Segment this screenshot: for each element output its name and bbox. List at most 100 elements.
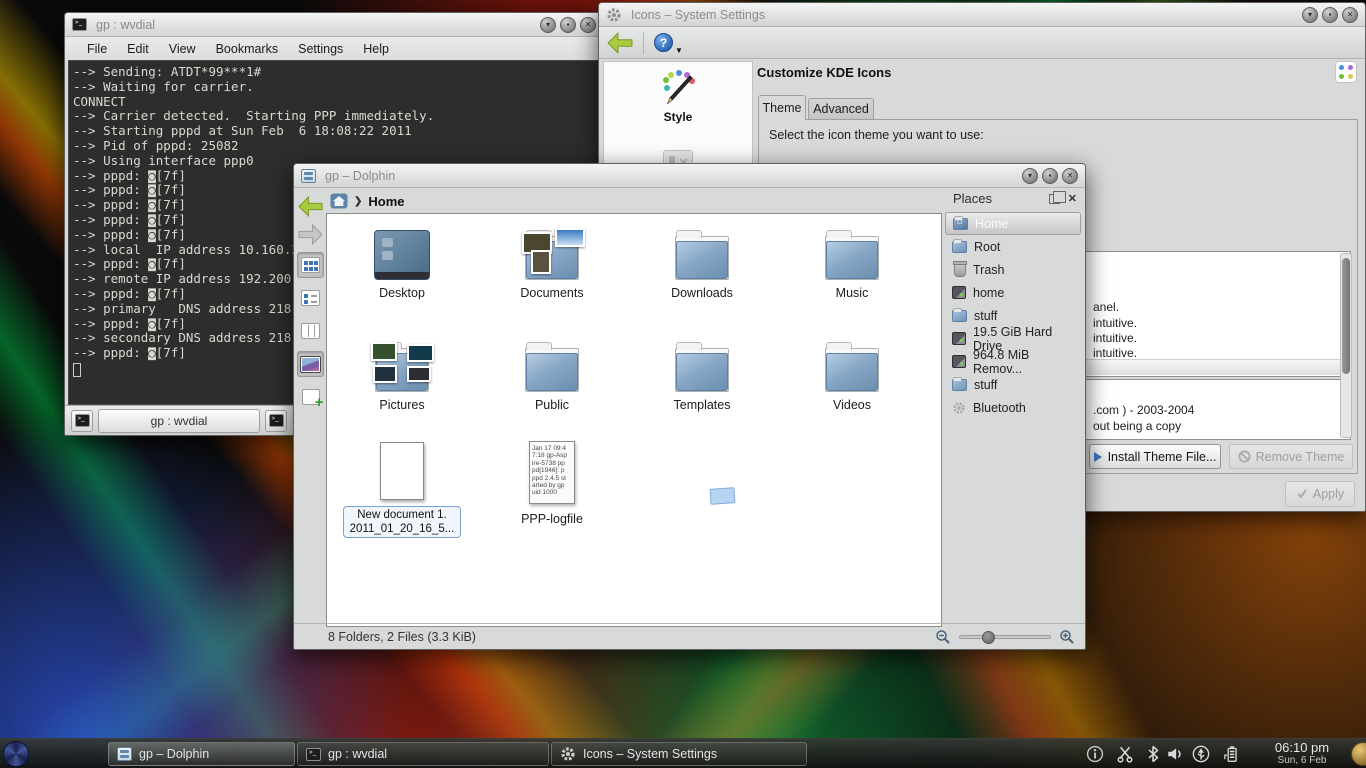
scrollbar-thumb[interactable] bbox=[1342, 258, 1350, 374]
task-dolphin[interactable]: gp – Dolphin bbox=[108, 742, 295, 766]
device-notifier-icon[interactable] bbox=[1192, 745, 1210, 763]
panel-toolbox-icon[interactable] bbox=[1351, 742, 1366, 766]
tab-advanced[interactable]: Advanced bbox=[808, 98, 874, 120]
details-view-button[interactable] bbox=[297, 285, 324, 311]
remove-theme-button[interactable]: Remove Theme bbox=[1229, 444, 1353, 469]
place-item-stuff-2[interactable]: stuff bbox=[945, 373, 1081, 396]
menu-bookmarks[interactable]: Bookmarks bbox=[206, 40, 289, 58]
place-item-trash[interactable]: Trash bbox=[945, 258, 1081, 281]
terminal-line: --> Waiting for carrier. bbox=[73, 80, 595, 95]
help-icon[interactable] bbox=[654, 33, 673, 52]
maximize-button[interactable] bbox=[560, 17, 576, 33]
split-view-button[interactable] bbox=[297, 384, 324, 410]
folder-label: Desktop bbox=[332, 286, 472, 300]
apply-button[interactable]: Apply bbox=[1285, 481, 1355, 507]
task-system-settings[interactable]: Icons – System Settings bbox=[551, 742, 807, 766]
folder-item-music[interactable]: Music bbox=[782, 220, 922, 300]
logfile-preview-line: ire-5738 pp bbox=[532, 460, 572, 467]
sidebar-item-style[interactable]: Style bbox=[604, 70, 752, 124]
zoom-slider-handle[interactable] bbox=[982, 631, 995, 644]
columns-view-button[interactable] bbox=[297, 318, 324, 344]
logfile-preview-line: Jan 17 09:4 bbox=[532, 445, 572, 452]
place-item-home-partition[interactable]: home bbox=[945, 281, 1081, 304]
settings-window-title: Icons – System Settings bbox=[631, 8, 765, 22]
close-button[interactable] bbox=[1062, 168, 1078, 184]
places-title: Places bbox=[953, 191, 992, 206]
task-terminal[interactable]: gp : wvdial bbox=[297, 742, 549, 766]
status-text: 8 Folders, 2 Files (3.3 KiB) bbox=[328, 630, 476, 644]
dolphin-titlebar[interactable]: gp – Dolphin bbox=[294, 164, 1085, 188]
folder-item-pictures[interactable]: Pictures bbox=[332, 332, 472, 412]
theme-list-scrollbar[interactable] bbox=[1340, 253, 1352, 438]
folder-item-public[interactable]: Public bbox=[482, 332, 622, 412]
place-item-root[interactable]: Root bbox=[945, 235, 1081, 258]
folder-icon bbox=[675, 236, 729, 280]
page-title: Customize KDE Icons bbox=[757, 65, 891, 80]
close-panel-icon[interactable]: ✕ bbox=[1068, 192, 1077, 205]
place-item-removable[interactable]: 964.8 MiB Remov... bbox=[945, 350, 1081, 373]
home-folder-icon bbox=[953, 218, 968, 230]
desktop: gp : wvdial File Edit View Bookmarks Set… bbox=[0, 0, 1366, 768]
desktop-folder-icon bbox=[374, 230, 430, 280]
zoom-out-icon[interactable] bbox=[935, 629, 951, 645]
install-theme-button[interactable]: Install Theme File... bbox=[1089, 444, 1221, 469]
maximize-button[interactable] bbox=[1322, 7, 1338, 23]
detach-panel-icon[interactable] bbox=[1049, 194, 1060, 204]
tab-theme[interactable]: Theme bbox=[758, 95, 806, 120]
close-tab-button[interactable] bbox=[265, 410, 287, 432]
menu-help[interactable]: Help bbox=[353, 40, 399, 58]
bluetooth-icon[interactable] bbox=[1144, 745, 1162, 763]
home-icon[interactable] bbox=[330, 193, 348, 209]
menu-file[interactable]: File bbox=[77, 40, 117, 58]
hard-drive-icon bbox=[952, 332, 966, 345]
folder-item-downloads[interactable]: Downloads bbox=[632, 220, 772, 300]
notifications-icon[interactable] bbox=[1086, 745, 1104, 763]
terminal-line: --> Sending: ATDT*99***1# bbox=[73, 65, 595, 80]
no-entry-icon bbox=[1238, 450, 1251, 463]
logfile-preview-line: arted by gp bbox=[532, 482, 572, 489]
terminal-titlebar[interactable]: gp : wvdial bbox=[65, 13, 603, 37]
taskbar: gp – Dolphin gp : wvdial Icons – System … bbox=[0, 738, 1366, 768]
close-button[interactable] bbox=[580, 17, 596, 33]
maximize-button[interactable] bbox=[1042, 168, 1058, 184]
columns-view-icon bbox=[301, 323, 320, 339]
place-item-bluetooth[interactable]: Bluetooth bbox=[945, 396, 1081, 419]
minimize-button[interactable] bbox=[540, 17, 556, 33]
folder-item-desktop[interactable]: Desktop bbox=[332, 220, 472, 300]
terminal-line: CONNECT bbox=[73, 95, 595, 110]
app-launcher-icon[interactable] bbox=[3, 741, 29, 767]
terminal-tab[interactable]: gp : wvdial bbox=[98, 409, 260, 433]
zoom-slider[interactable] bbox=[959, 635, 1051, 639]
zoom-in-icon[interactable] bbox=[1059, 629, 1075, 645]
breadcrumb-home[interactable]: Home bbox=[368, 194, 404, 209]
folder-view[interactable]: Desktop Documents Downloads Music bbox=[326, 213, 942, 627]
minimize-button[interactable] bbox=[1302, 7, 1318, 23]
clock[interactable]: 06:10 pm Sun, 6 Feb bbox=[1258, 740, 1346, 766]
back-button[interactable] bbox=[298, 196, 323, 217]
preview-toggle-button[interactable] bbox=[297, 351, 324, 377]
menu-edit[interactable]: Edit bbox=[117, 40, 159, 58]
menu-view[interactable]: View bbox=[159, 40, 206, 58]
close-button[interactable] bbox=[1342, 7, 1358, 23]
clipboard-scissors-icon[interactable] bbox=[1116, 745, 1134, 763]
folder-item-templates[interactable]: Templates bbox=[632, 332, 772, 412]
folder-icon bbox=[952, 310, 967, 322]
terminal-window-title: gp : wvdial bbox=[96, 18, 155, 32]
folder-item-videos[interactable]: Videos bbox=[782, 332, 922, 412]
folder-item-documents[interactable]: Documents bbox=[482, 220, 622, 300]
new-tab-button[interactable] bbox=[71, 410, 93, 432]
settings-titlebar[interactable]: Icons – System Settings bbox=[599, 3, 1365, 27]
folder-label: Videos bbox=[782, 398, 922, 412]
back-button[interactable] bbox=[607, 32, 633, 54]
chevron-down-icon[interactable]: ▼ bbox=[675, 46, 683, 55]
menu-settings[interactable]: Settings bbox=[288, 40, 353, 58]
minimize-button[interactable] bbox=[1022, 168, 1038, 184]
file-item-ppp-logfile[interactable]: Jan 17 09:4 7:18 gp-Asp ire-5738 pp pd[1… bbox=[482, 436, 622, 526]
forward-button[interactable] bbox=[298, 224, 323, 245]
file-item-new-document[interactable]: New document 1. 2011_01_20_16_5... bbox=[332, 436, 472, 538]
icons-view-button[interactable] bbox=[297, 252, 324, 278]
volume-icon[interactable] bbox=[1166, 745, 1184, 763]
battery-icon[interactable] bbox=[1222, 745, 1240, 763]
terminal-menubar: File Edit View Bookmarks Settings Help bbox=[65, 37, 603, 60]
place-item-home[interactable]: Home bbox=[945, 212, 1081, 235]
